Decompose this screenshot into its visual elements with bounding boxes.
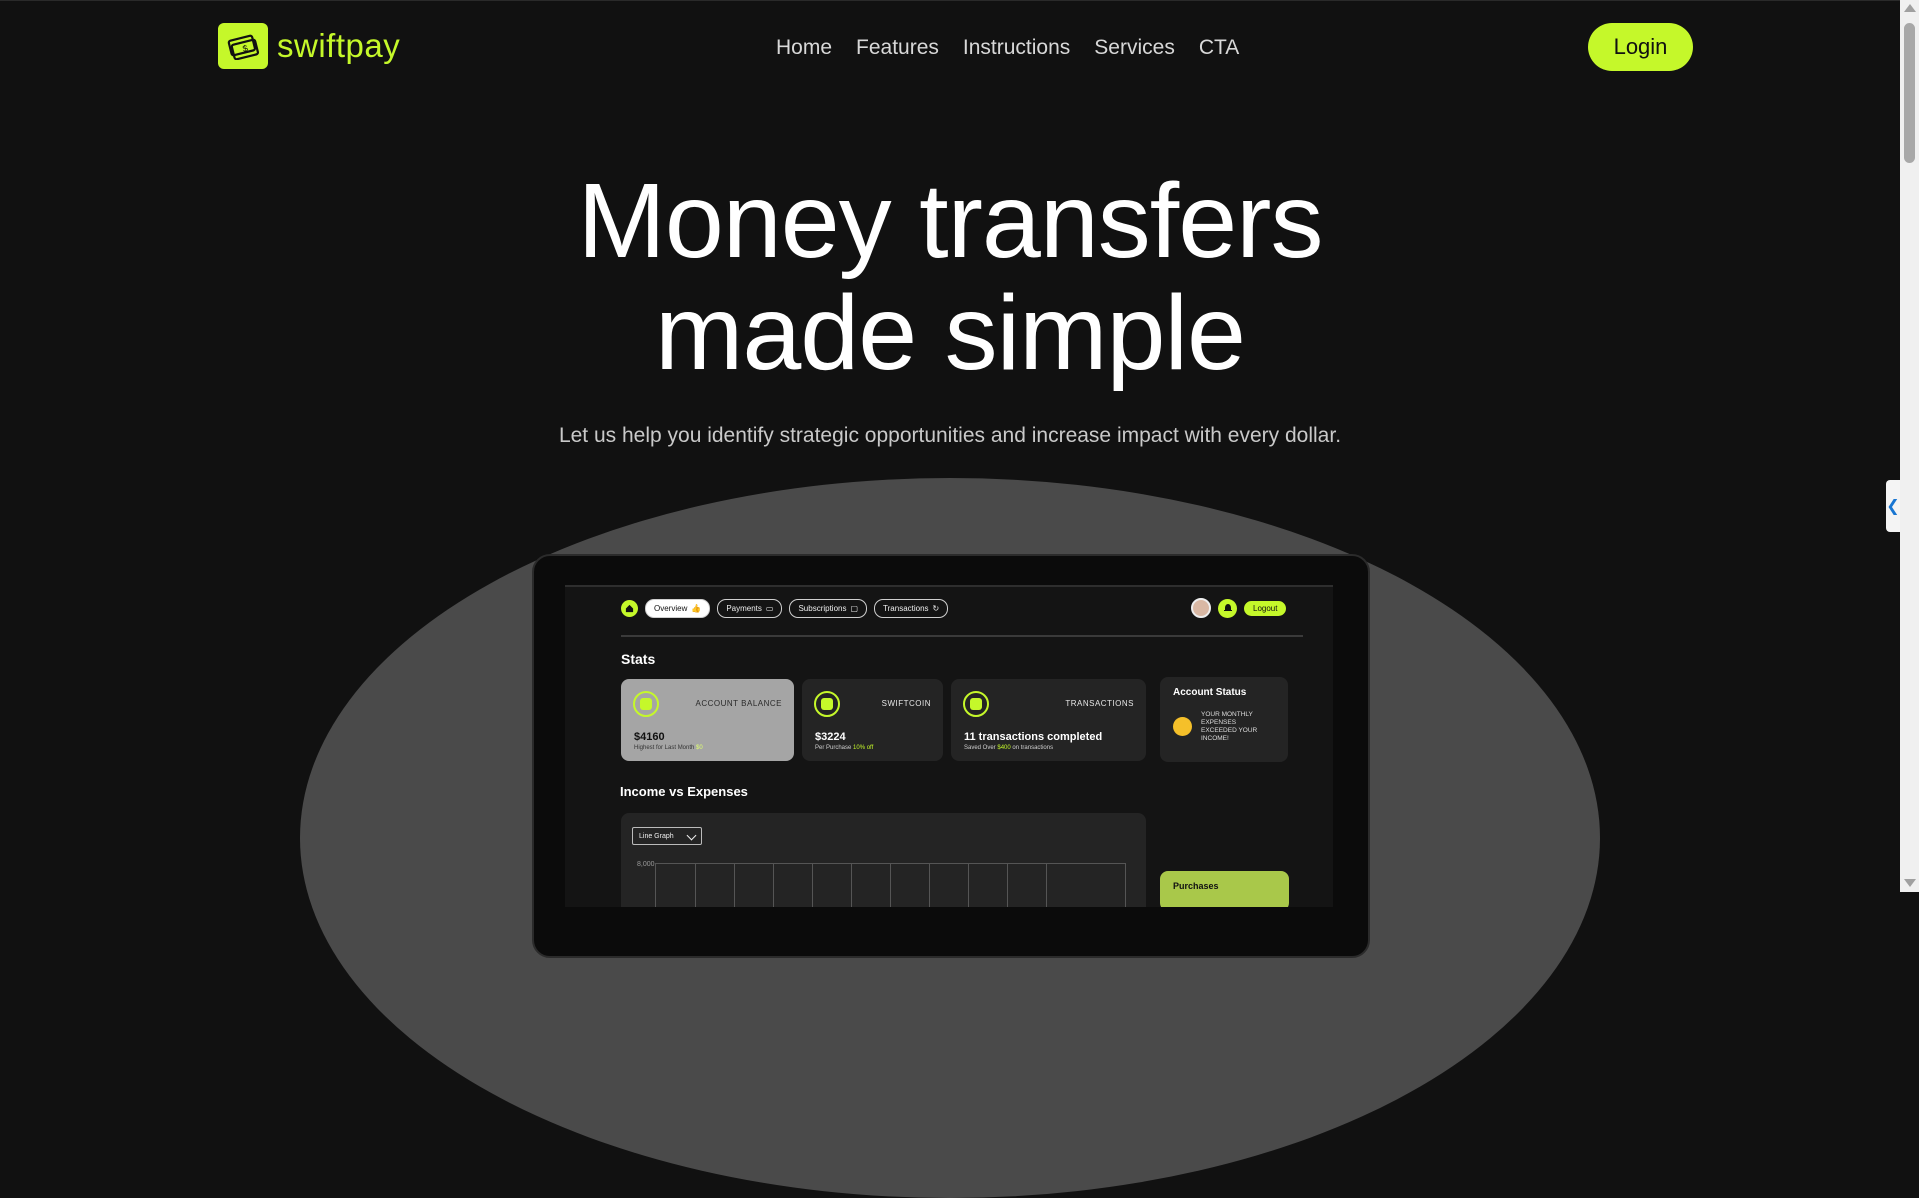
dashboard-user-controls: Logout [1191,598,1287,618]
tab-overview[interactable]: Overview 👍 [645,599,711,618]
grid-line [734,864,735,907]
avatar[interactable] [1191,598,1211,618]
grid-line [812,864,813,907]
tab-subscriptions[interactable]: Subscriptions ▢ [789,599,868,618]
card-note-highlight: 10% off [853,745,874,751]
grid-line [695,864,696,907]
graph-type-select[interactable]: Line Graph [632,827,702,845]
page-scrollbar[interactable] [1900,0,1919,892]
nav-instructions[interactable]: Instructions [963,36,1070,60]
card-value: 11 transactions completed [964,731,1103,743]
account-status-card: Account Status YOUR MONTHLY EXPENSES EXC… [1160,677,1288,762]
card-note-text: Highest for Last Month [634,745,695,751]
graph-grid [655,863,1126,907]
tab-transactions-label: Transactions [883,604,929,613]
brand-name: swiftpay [277,27,401,64]
scroll-down-icon[interactable] [1904,879,1916,887]
grid-line [1046,864,1047,907]
card-note: Highest for Last Month $0 [634,745,703,751]
svg-text:$: $ [242,43,249,54]
tab-payments-label: Payments [726,604,762,613]
chevron-left-icon[interactable]: ❮ [1886,480,1900,532]
login-button[interactable]: Login [1588,23,1693,71]
grid-line [929,864,930,907]
tab-subscriptions-label: Subscriptions [798,604,847,613]
card-value: $4160 [634,731,665,743]
account-status-title: Account Status [1173,687,1247,698]
card-note: Saved Over $400 on transactions [964,745,1053,751]
chevron-down-icon [686,830,697,841]
money-icon: $ [218,23,268,69]
scroll-up-icon[interactable] [1904,4,1916,12]
card-note-suffix: on transactions [1012,745,1054,751]
grid-line [890,864,891,907]
card-value: $3224 [815,731,846,743]
purchases-label: Purchases [1173,881,1219,891]
hero-subtitle: Let us help you identify strategic oppor… [558,424,1342,447]
grid-line [773,864,774,907]
card-icon: ▭ [765,604,774,613]
main-nav: Home Features Instructions Services CTA [776,36,1239,60]
bell-icon[interactable] [1218,598,1237,618]
grid-line [851,864,852,907]
credit-card-icon [963,691,989,717]
card-note-text: Saved Over [964,745,996,751]
account-status-message: YOUR MONTHLY EXPENSES EXCEEDED YOUR INCO… [1201,711,1258,742]
dashboard-divider [621,635,1303,637]
logout-button[interactable]: Logout [1244,600,1287,616]
stats-heading: Stats [621,651,656,667]
thumbs-up-icon: 👍 [691,604,702,613]
transactions-card[interactable]: TRANSACTIONS 11 transactions completed S… [951,679,1146,761]
card-note-highlight: $400 [997,745,1011,751]
swiftcoin-card[interactable]: SWIFTCOIN $3224 Per Purchase 10% off [802,679,943,761]
grid-line [1007,864,1008,907]
tab-payments[interactable]: Payments ▭ [717,599,783,618]
card-note-highlight: $0 [696,745,703,751]
brand-logo[interactable]: $ swiftpay [218,23,400,69]
hero-title: Money transfers made simple [0,165,1900,389]
dashboard-screen: Overview 👍 Payments ▭ Subscriptions ▢ Tr… [565,585,1333,907]
nav-services[interactable]: Services [1094,36,1175,60]
home-icon[interactable] [621,600,638,617]
hero-title-line2: made simple [655,274,1246,392]
y-axis-tick: 8,000 [637,861,655,868]
nav-features[interactable]: Features [856,36,939,60]
nav-home[interactable]: Home [776,36,832,60]
income-expenses-heading: Income vs Expenses [620,784,748,799]
sad-face-icon [1173,717,1192,736]
graph-type-value: Line Graph [639,832,674,840]
coin-icon [814,691,840,717]
top-border [0,0,1900,1]
tab-transactions[interactable]: Transactions ↻ [874,599,949,618]
grid-line [968,864,969,907]
card-label: SWIFTCOIN [881,699,931,708]
tab-overview-label: Overview [654,604,688,613]
card-label: TRANSACTIONS [1065,699,1134,708]
monitor-icon: ▢ [850,604,859,613]
purchases-card[interactable]: Purchases [1160,871,1289,907]
history-icon: ↻ [932,604,940,613]
scroll-thumb[interactable] [1904,23,1915,163]
card-note-text: Per Purchase [815,745,852,751]
hero-title-line1: Money transfers [577,162,1324,280]
dashboard-nav: Overview 👍 Payments ▭ Subscriptions ▢ Tr… [621,599,949,618]
card-note: Per Purchase 10% off [815,745,873,751]
grid-line [1125,864,1126,907]
bank-icon [633,691,659,717]
income-expenses-graph: Line Graph 8,000 [621,813,1146,907]
account-balance-card[interactable]: ACCOUNT BALANCE $4160 Highest for Last M… [621,679,794,761]
nav-cta[interactable]: CTA [1199,36,1239,60]
card-label: ACCOUNT BALANCE [695,699,782,708]
